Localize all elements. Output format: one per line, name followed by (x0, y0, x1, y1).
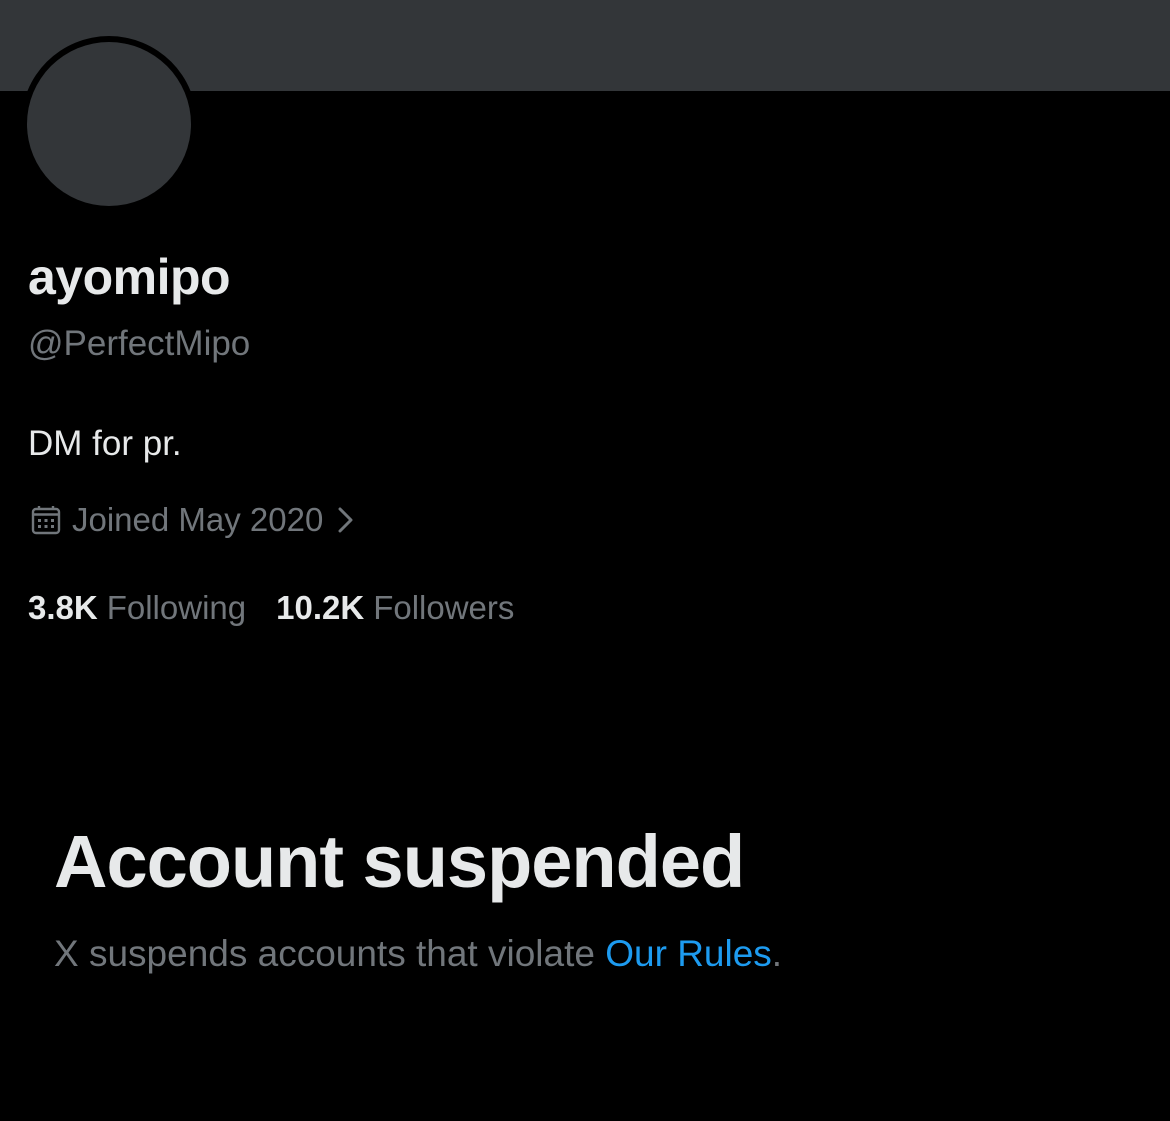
following-label: Following (106, 589, 247, 626)
follow-stats: 3.8K Following 10.2K Followers (28, 586, 544, 630)
following-count: 3.8K (28, 589, 98, 626)
avatar[interactable] (27, 42, 191, 206)
suspension-message-period: . (771, 933, 783, 974)
bio: DM for pr. (28, 424, 182, 463)
display-name: ayomipo (28, 249, 231, 305)
followers-count: 10.2K (276, 589, 365, 626)
joined-date-row[interactable]: Joined May 2020 (30, 498, 357, 542)
chevron-right-icon (335, 505, 357, 535)
our-rules-link[interactable]: Our Rules (605, 933, 772, 974)
followers-link[interactable]: 10.2K Followers (276, 586, 514, 630)
calendar-icon (30, 504, 62, 536)
avatar-frame (21, 36, 197, 212)
followers-label: Followers (373, 589, 515, 626)
suspension-message: X suspends accounts that violate Our Rul… (54, 930, 782, 978)
joined-date: Joined May 2020 (72, 501, 324, 538)
following-link[interactable]: 3.8K Following (28, 586, 246, 630)
suspension-message-text: X suspends accounts that violate (54, 933, 606, 974)
suspension-title: Account suspended (54, 820, 745, 903)
user-handle: @PerfectMipo (28, 324, 251, 363)
